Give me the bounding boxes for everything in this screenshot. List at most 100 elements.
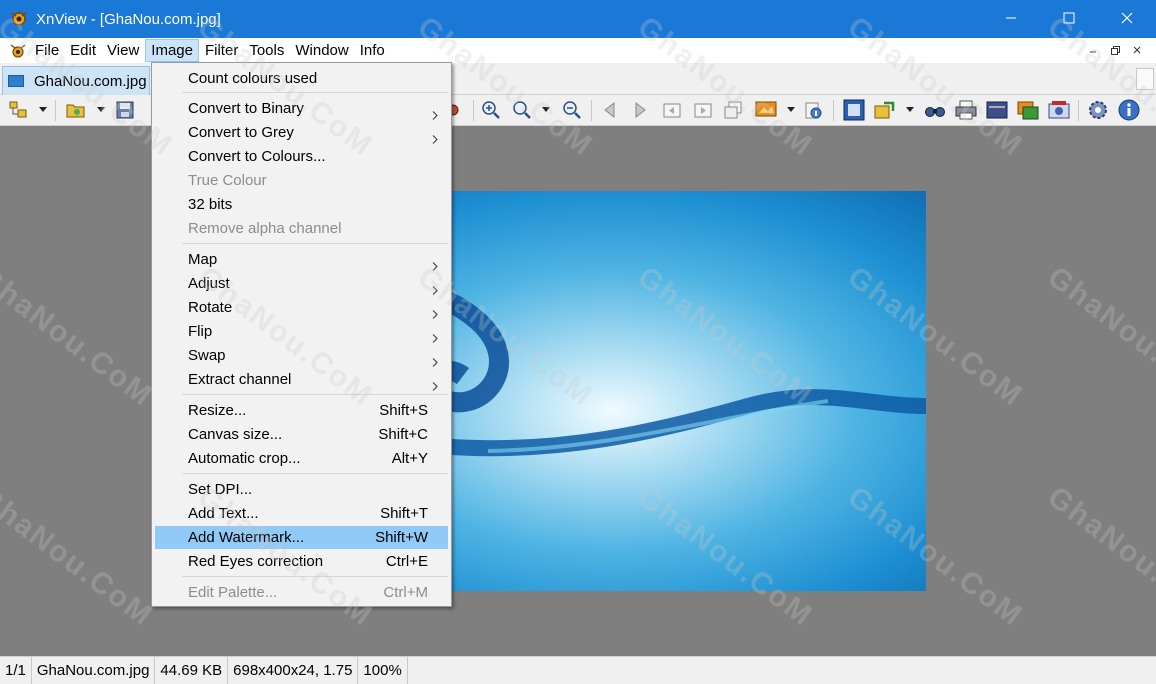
image-file-icon [8, 75, 24, 87]
menu-image[interactable]: Image [145, 39, 199, 62]
zoom-dropdown-icon[interactable] [542, 107, 550, 112]
toolbar-separator [833, 100, 834, 121]
menu-item-shortcut: Shift+C [378, 426, 428, 443]
fullscreen-icon[interactable] [843, 99, 865, 121]
zoom-out-icon[interactable] [561, 99, 583, 121]
menu-item-convert-colours[interactable]: Convert to Colours... [155, 145, 448, 168]
tab-label: GhaNou.com.jpg [34, 72, 147, 90]
tab-ghanou-jpg[interactable]: GhaNou.com.jpg [2, 66, 150, 95]
menu-item-adjust[interactable]: Adjust [155, 272, 448, 295]
window-title: XnView - [GhaNou.com.jpg] [36, 10, 221, 28]
menu-info[interactable]: Info [355, 39, 390, 62]
image-menu-dropdown: Count colours used Convert to Binary Conve… [151, 62, 452, 607]
menu-item-true-colour[interactable]: True Colour [155, 169, 448, 192]
menu-item-swap[interactable]: Swap [155, 344, 448, 367]
mdi-close-button[interactable] [1126, 40, 1148, 60]
xnview-logo-icon[interactable] [10, 10, 28, 28]
properties-icon[interactable] [802, 99, 824, 121]
menu-item-add-watermark[interactable]: Add Watermark... Shift+W [155, 526, 448, 549]
mdi-minimize-button[interactable] [1082, 40, 1104, 60]
settings-icon[interactable] [1087, 99, 1109, 121]
menu-item-label: Add Text... [188, 505, 259, 522]
menu-item-canvas-size[interactable]: Canvas size... Shift+C [155, 423, 448, 446]
menu-bar: File Edit View Image Filter Tools Window… [0, 38, 1156, 63]
menu-item-shortcut: Shift+W [375, 529, 428, 546]
menu-item-set-dpi[interactable]: Set DPI... [155, 478, 448, 501]
submenu-arrow-icon [432, 104, 438, 120]
print-icon[interactable] [955, 99, 977, 121]
menu-item-label: True Colour [188, 172, 267, 189]
open-folder-icon[interactable] [65, 99, 87, 121]
menu-item-edit-palette[interactable]: Edit Palette... Ctrl+M [155, 581, 448, 604]
menu-separator [182, 92, 448, 93]
tab-scroll-button[interactable] [1136, 68, 1154, 90]
menu-item-label: Resize... [188, 402, 247, 419]
menu-item-add-text[interactable]: Add Text... Shift+T [155, 502, 448, 525]
menu-item-label: Flip [188, 323, 213, 340]
first-page-icon[interactable] [661, 99, 683, 121]
maximize-button[interactable] [1040, 0, 1098, 38]
menu-item-label: Map [188, 251, 218, 268]
status-filesize: 44.69 KB [155, 656, 229, 684]
menu-item-label: Rotate [188, 299, 233, 316]
minimize-button[interactable] [982, 0, 1040, 38]
menu-file[interactable]: File [30, 39, 64, 62]
toolbar-separator [1078, 100, 1079, 121]
menu-separator [182, 243, 448, 244]
menu-item-32-bits[interactable]: 32 bits [155, 193, 448, 216]
menu-item-map[interactable]: Map [155, 248, 448, 271]
menu-item-resize[interactable]: Resize... Shift+S [155, 399, 448, 422]
scan-icon[interactable] [986, 99, 1008, 121]
menu-item-label: Set DPI... [188, 481, 253, 498]
menu-item-rotate[interactable]: Rotate [155, 296, 448, 319]
slideshow-icon[interactable] [1017, 99, 1039, 121]
find-icon[interactable] [924, 99, 946, 121]
close-button[interactable] [1098, 0, 1156, 38]
menu-item-extract-channel[interactable]: Extract channel [155, 368, 448, 391]
capture-icon[interactable] [1048, 99, 1070, 121]
menu-item-label: Convert to Colours... [188, 148, 326, 165]
export-dropdown-icon[interactable] [906, 107, 914, 112]
menu-item-flip[interactable]: Flip [155, 320, 448, 343]
document-logo-icon[interactable] [7, 40, 29, 62]
menu-tools[interactable]: Tools [244, 39, 289, 62]
menu-item-remove-alpha[interactable]: Remove alpha channel [155, 217, 448, 240]
menu-item-convert-binary[interactable]: Convert to Binary [155, 97, 448, 120]
export-icon[interactable] [874, 99, 896, 121]
info-icon[interactable] [1118, 99, 1140, 121]
menu-item-label: Automatic crop... [188, 450, 301, 467]
next-icon[interactable] [629, 99, 651, 121]
menu-item-shortcut: Alt+Y [391, 450, 428, 467]
menu-window[interactable]: Window [290, 39, 353, 62]
menu-filter[interactable]: Filter [200, 39, 243, 62]
previous-icon[interactable] [599, 99, 621, 121]
zoom-fit-icon[interactable] [511, 99, 533, 121]
open-dropdown-icon[interactable] [97, 107, 105, 112]
menu-item-label: Red Eyes correction [188, 553, 324, 570]
zoom-in-icon[interactable] [480, 99, 502, 121]
submenu-arrow-icon [432, 303, 438, 319]
menu-item-count-colours[interactable]: Count colours used [155, 67, 448, 90]
browser-icon[interactable] [7, 99, 29, 121]
wallpaper-dropdown-icon[interactable] [787, 107, 795, 112]
next-page-icon[interactable] [692, 99, 714, 121]
mdi-restore-button[interactable] [1104, 40, 1126, 60]
menu-view[interactable]: View [102, 39, 144, 62]
browser-dropdown-icon[interactable] [39, 107, 47, 112]
menu-edit[interactable]: Edit [65, 39, 101, 62]
menu-item-automatic-crop[interactable]: Automatic crop... Alt+Y [155, 447, 448, 470]
menu-item-label: Count colours used [188, 70, 318, 87]
minimize-icon [1005, 11, 1017, 27]
pages-icon[interactable] [722, 99, 744, 121]
menu-item-convert-grey[interactable]: Convert to Grey [155, 121, 448, 144]
wallpaper-icon[interactable] [755, 99, 777, 121]
save-icon[interactable] [114, 99, 136, 121]
menu-item-red-eyes[interactable]: Red Eyes correction Ctrl+E [155, 550, 448, 573]
status-page: 1/1 [0, 656, 32, 684]
menu-item-label: 32 bits [188, 196, 233, 213]
menu-item-label: Swap [188, 347, 226, 364]
toolbar-separator [55, 100, 56, 121]
toolbar-separator [591, 100, 592, 121]
submenu-arrow-icon [432, 255, 438, 271]
menu-item-label: Extract channel [188, 371, 292, 388]
